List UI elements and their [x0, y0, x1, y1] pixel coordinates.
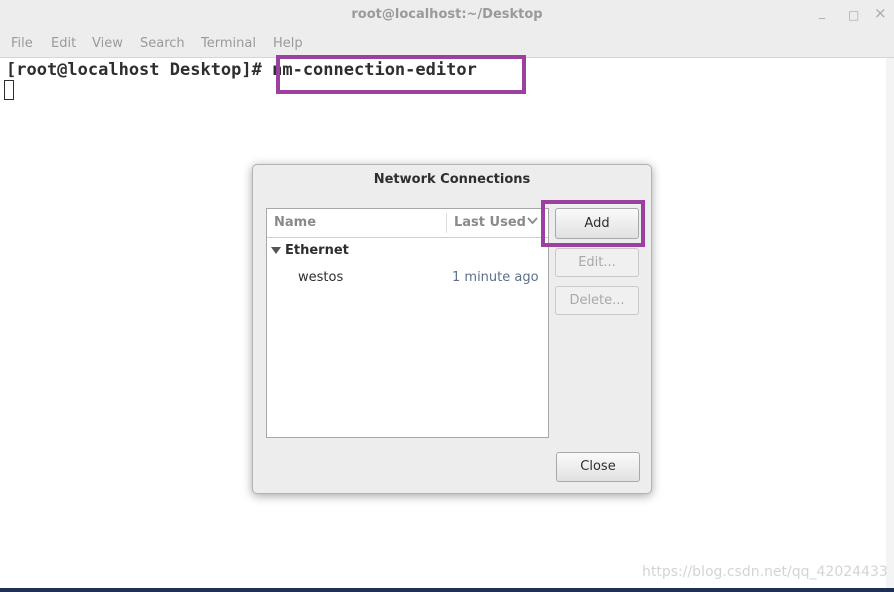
chevron-down-icon[interactable]: [527, 217, 538, 225]
terminal-scrollbar[interactable]: [886, 58, 894, 588]
list-item[interactable]: westos 1 minute ago: [267, 269, 548, 289]
terminal-cursor: [4, 80, 14, 100]
connection-last-used: 1 minute ago: [452, 270, 539, 285]
minimize-icon[interactable]: _: [819, 4, 825, 20]
list-group-ethernet[interactable]: Ethernet: [267, 242, 548, 262]
connection-name: westos: [298, 270, 344, 285]
column-divider: [446, 213, 447, 233]
add-button-highlight-box: [541, 200, 645, 247]
dialog-title: Network Connections: [373, 172, 531, 187]
command-highlight-box: [276, 55, 526, 94]
menu-file[interactable]: File: [11, 36, 33, 51]
column-header-last-used[interactable]: Last Used: [454, 215, 526, 230]
expander-triangle-icon[interactable]: [271, 247, 281, 255]
column-header-name[interactable]: Name: [274, 215, 316, 230]
edit-button[interactable]: Edit...: [555, 248, 639, 277]
window-titlebar[interactable]: root@localhost:~/Desktop _ □ ×: [0, 0, 894, 33]
list-header: Name Last Used: [267, 209, 548, 238]
menu-help[interactable]: Help: [273, 36, 303, 51]
bottom-bar: [0, 588, 894, 592]
menu-search[interactable]: Search: [140, 36, 185, 51]
menu-edit[interactable]: Edit: [51, 36, 76, 51]
maximize-icon[interactable]: □: [848, 7, 859, 23]
connections-list[interactable]: Name Last Used Ethernet westos 1 minute …: [266, 208, 549, 438]
group-label: Ethernet: [285, 243, 349, 258]
menu-view[interactable]: View: [92, 36, 123, 51]
close-icon[interactable]: ×: [874, 5, 887, 21]
watermark: https://blog.csdn.net/qq_42024433: [642, 564, 888, 580]
delete-button[interactable]: Delete...: [555, 286, 639, 315]
close-button[interactable]: Close: [556, 452, 640, 482]
window-title: root@localhost:~/Desktop: [351, 7, 543, 22]
menu-terminal[interactable]: Terminal: [201, 36, 256, 51]
terminal-prompt: [root@localhost Desktop]#: [6, 60, 262, 80]
